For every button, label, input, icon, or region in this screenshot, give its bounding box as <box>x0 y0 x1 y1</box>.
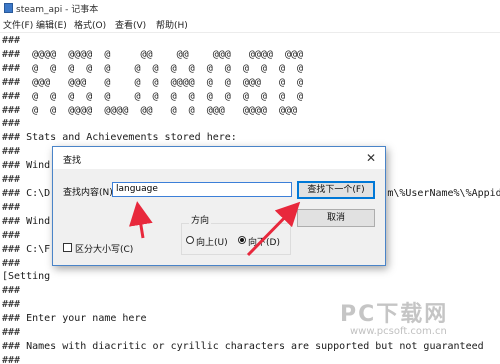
window-title: steam_api - 记事本 <box>16 5 99 15</box>
title-bar: steam_api - 记事本 <box>0 0 500 16</box>
dialog-title: 查找 <box>63 156 82 166</box>
direction-up-label[interactable]: 向上(U) <box>196 235 228 248</box>
watermark-brand: PC下载网 <box>340 302 449 327</box>
find-what-label: 查找内容(N): <box>63 188 116 198</box>
find-dialog: 查找 ✕ 查找内容(N): language 查找下一个(F) 取消 方向 向上… <box>52 146 386 266</box>
find-next-button[interactable]: 查找下一个(F) <box>297 181 375 199</box>
match-case-checkbox[interactable] <box>63 243 72 252</box>
dialog-title-bar[interactable]: 查找 ✕ <box>53 147 385 169</box>
match-case-label[interactable]: 区分大小写(C) <box>75 242 133 255</box>
menu-format[interactable]: 格式(O) <box>74 18 106 31</box>
notepad-icon <box>4 3 13 13</box>
find-what-input[interactable]: language <box>112 182 292 197</box>
menu-edit[interactable]: 编辑(E) <box>36 18 67 31</box>
menu-view[interactable]: 查看(V) <box>115 18 146 31</box>
direction-up-radio[interactable] <box>186 236 194 244</box>
direction-down-label[interactable]: 向下(D) <box>248 235 280 248</box>
menu-help[interactable]: 帮助(H) <box>156 18 188 31</box>
direction-down-radio[interactable] <box>238 236 246 244</box>
menu-file[interactable]: 文件(F) <box>3 18 33 31</box>
menu-bar: 文件(F) 编辑(E) 格式(O) 查看(V) 帮助(H) <box>0 16 500 33</box>
watermark-url: www.pcsoft.com.cn <box>350 326 447 337</box>
cancel-button[interactable]: 取消 <box>297 209 375 227</box>
direction-label: 方向 <box>189 213 212 226</box>
close-icon[interactable]: ✕ <box>363 150 379 166</box>
